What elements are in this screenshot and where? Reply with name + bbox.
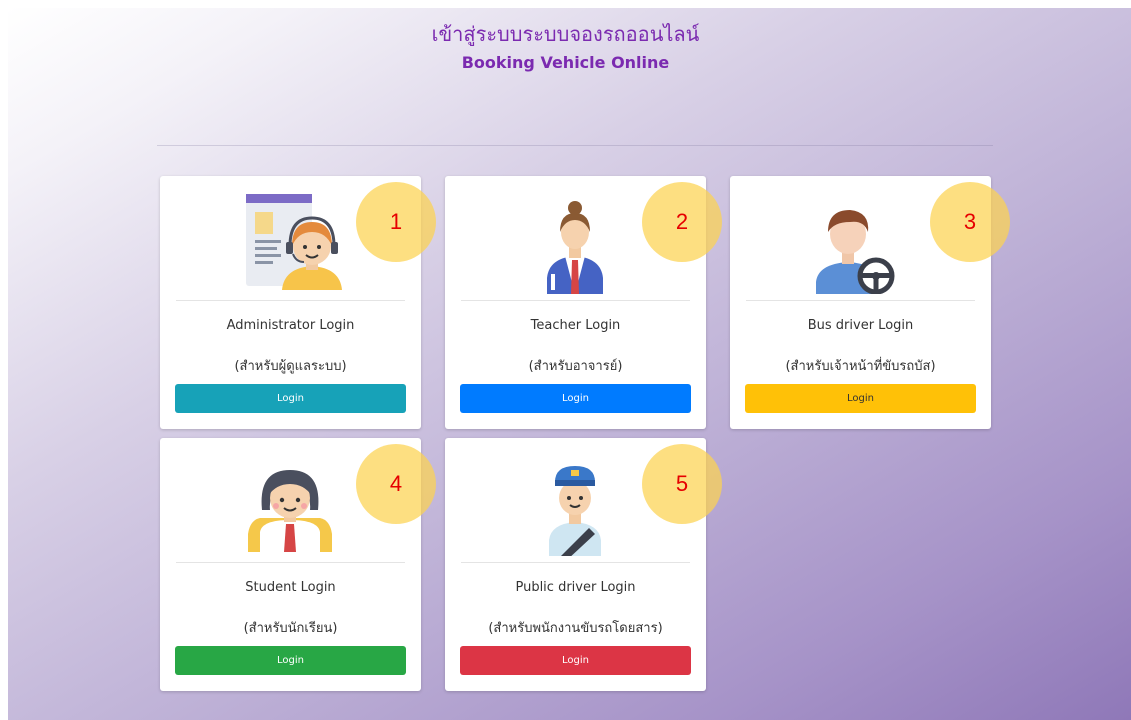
number-badge-2: 2	[642, 182, 722, 262]
divider	[157, 145, 993, 146]
bus-driver-login-button[interactable]: Login	[745, 384, 976, 413]
card-title: Bus driver Login	[807, 318, 914, 333]
page-title-english: Booking Vehicle Online	[461, 53, 670, 72]
number-badge-5: 5	[642, 444, 722, 524]
card-subtitle: (สำหรับพนักงานขับรถโดยสาร)	[488, 621, 663, 636]
number-badge-1: 1	[356, 182, 436, 262]
teacher-icon	[485, 186, 666, 294]
public-driver-login-button[interactable]: Login	[460, 646, 691, 675]
card-subtitle: (สำหรับเจ้าหน้าที่ขับรถบัส)	[785, 359, 936, 374]
student-icon	[200, 448, 381, 556]
card-divider	[461, 300, 690, 301]
number-badge-4: 4	[356, 444, 436, 524]
card-divider	[176, 300, 405, 301]
card-title: Teacher Login	[530, 318, 621, 333]
card-subtitle: (สำหรับอาจารย์)	[528, 359, 623, 374]
admin-login-button[interactable]: Login	[175, 384, 406, 413]
card-title: Administrator Login	[226, 318, 355, 333]
card-title: Student Login	[245, 580, 336, 595]
card-subtitle: (สำหรับนักเรียน)	[243, 621, 338, 636]
bus-driver-icon	[770, 186, 951, 295]
teacher-login-button[interactable]: Login	[460, 384, 691, 413]
admin-support-icon	[200, 186, 381, 294]
student-login-button[interactable]: Login	[175, 646, 406, 675]
number-badge-3: 3	[930, 182, 1010, 262]
card-divider	[176, 562, 405, 563]
card-divider	[461, 562, 690, 563]
card-divider	[746, 300, 975, 301]
card-subtitle: (สำหรับผู้ดูแลระบบ)	[234, 359, 347, 374]
page-title-thai: เข้าสู่ระบบระบบจองรถออนไลน์	[431, 22, 700, 46]
card-title: Public driver Login	[515, 580, 636, 595]
public-driver-icon	[485, 448, 666, 560]
